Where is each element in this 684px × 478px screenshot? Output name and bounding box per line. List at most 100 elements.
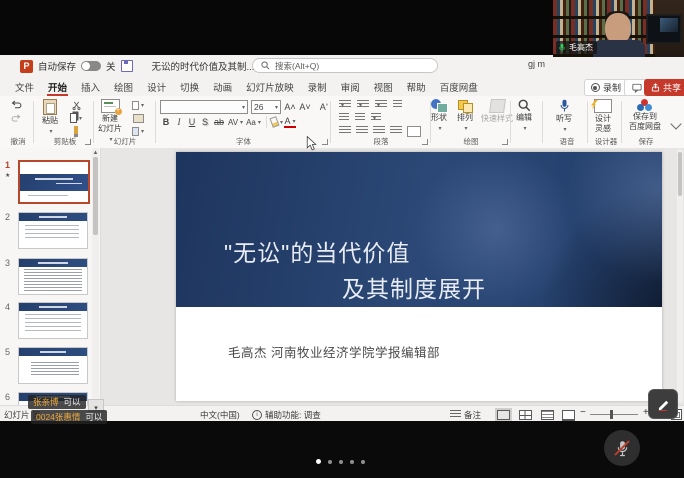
thumbnail-row-5[interactable]: 5 [0,345,100,385]
slide-canvas[interactable]: "无讼"的当代价值 及其制度展开 毛高杰 河南牧业经济学院学报编辑部 [176,152,662,401]
mute-button[interactable] [604,430,640,466]
tab-slideshow[interactable]: 幻灯片放映 [239,77,301,96]
design-ideas-button[interactable]: 设计 灵感 [594,99,612,133]
font-name-select[interactable] [160,100,248,114]
tab-home[interactable]: 开始 [41,77,74,96]
normal-view-button[interactable] [497,410,510,420]
strikethrough-button[interactable]: ab [212,116,226,128]
page-dot-1[interactable] [316,459,321,464]
tab-file[interactable]: 文件 [8,77,41,96]
thumbnail-row-4[interactable]: 4 [0,300,100,340]
shapes-button[interactable]: 形状 [431,99,447,133]
paragraph-dialog-launcher[interactable] [422,139,428,145]
clear-formatting-button[interactable]: A° [318,101,330,113]
slide-thumbnail-2[interactable] [18,212,88,249]
zoom-slider-track[interactable] [590,414,638,415]
font-size-select[interactable]: 26 [251,100,281,114]
multilevel-list-icon[interactable] [375,100,387,109]
document-title[interactable]: 无讼的时代价值及其制... [152,59,260,73]
grow-font-button[interactable]: A˄ [284,101,296,113]
slide-sorter-view-button[interactable] [519,410,532,420]
thumbnail-row-1[interactable]: 1 [0,158,100,204]
tab-draw[interactable]: 绘图 [107,77,140,96]
tab-record[interactable]: 录制 [301,77,334,96]
highlight-color-button[interactable] [271,116,283,128]
save-to-baidu-button[interactable]: 保存到 百度网盘 [629,99,661,131]
paste-button[interactable]: 粘贴 [42,99,58,136]
slide-thumbnail-3[interactable] [18,258,88,295]
account-name[interactable]: gj m [528,59,545,69]
align-center-icon[interactable] [356,126,368,135]
notes-button[interactable]: 备注 [464,409,481,421]
tab-view[interactable]: 视图 [367,77,400,96]
slide-scrollbar-thumb[interactable] [678,152,682,196]
save-icon[interactable] [121,60,133,72]
webcam-tile[interactable]: 毛高杰 [553,0,684,57]
font-color-button[interactable]: A [284,116,296,128]
slide-scrollbar[interactable] [677,150,683,402]
collapse-ribbon-icon[interactable] [670,118,681,129]
page-dot-5[interactable] [361,460,365,464]
font-dialog-launcher[interactable] [322,139,328,145]
indent-decrease-icon[interactable] [339,113,349,122]
shrink-font-button[interactable]: A˅ [299,101,311,113]
underline-button[interactable]: U [186,116,198,128]
section-button[interactable] [132,126,144,136]
tab-animations[interactable]: 动画 [206,77,239,96]
format-painter-button[interactable] [70,126,82,136]
share-button[interactable]: 共享 [644,79,684,96]
slide-thumbnail-5[interactable] [18,347,88,384]
annotation-pen-button[interactable] [648,389,678,419]
search-box[interactable]: 搜索(Alt+Q) [252,58,438,73]
slide-title-line2[interactable]: 及其制度展开 [342,270,486,304]
indent-increase-icon[interactable] [355,113,365,122]
page-dot-2[interactable] [328,460,332,464]
tab-review[interactable]: 审阅 [334,77,367,96]
tab-design[interactable]: 设计 [140,77,173,96]
change-case-button[interactable]: Aa [245,116,262,128]
clipboard-dialog-launcher[interactable] [85,139,91,145]
scroll-up-icon[interactable] [92,149,99,156]
language-indicator[interactable]: 中文(中国) [200,409,240,421]
thumbnail-scrollbar[interactable] [92,148,99,405]
cut-button[interactable] [70,100,82,110]
numbering-icon[interactable] [357,100,369,109]
editing-button[interactable]: 编辑 [516,99,532,133]
quick-styles-button[interactable]: 快速样式 [481,99,513,123]
character-spacing-button[interactable]: AV [227,116,244,128]
thumbnail-row-2[interactable]: 2 [0,210,100,250]
reading-view-button[interactable] [541,410,554,420]
layout-button[interactable] [132,100,144,110]
slide-author[interactable]: 毛高杰 河南牧业经济学院学报编辑部 [228,342,440,361]
slide-thumbnail-1[interactable] [18,160,90,204]
tab-baidu-netdisk[interactable]: 百度网盘 [433,77,485,96]
bold-button[interactable]: B [160,116,172,128]
powerpoint-app-icon[interactable]: P [20,60,33,73]
undo-button[interactable] [10,100,22,110]
tab-help[interactable]: 帮助 [400,77,433,96]
bullets-icon[interactable] [339,100,351,109]
arrange-button[interactable]: 排列 [457,99,473,133]
page-dot-3[interactable] [339,460,343,464]
align-left-icon[interactable] [339,126,351,135]
line-spacing-icon[interactable] [371,113,381,122]
align-right-icon[interactable] [373,126,385,135]
record-button[interactable]: 录制 [584,79,628,96]
redo-button[interactable] [10,113,22,123]
zoom-out-button[interactable]: − [580,407,586,418]
page-dot-4[interactable] [350,460,354,464]
scrollbar-thumb[interactable] [93,157,98,235]
accessibility-status[interactable]: 辅助功能: 调查 [265,409,321,421]
drawing-dialog-launcher[interactable] [502,139,508,145]
text-shadow-button[interactable]: S [199,116,211,128]
text-direction-icon[interactable] [393,100,402,109]
autosave-toggle[interactable] [81,61,101,71]
reset-slide-button[interactable] [132,113,144,123]
dictate-button[interactable]: 听写 [556,99,572,134]
justify-icon[interactable] [390,126,402,135]
italic-button[interactable]: I [173,116,185,128]
tab-transitions[interactable]: 切换 [173,77,206,96]
slide-thumbnail-4[interactable] [18,302,88,339]
tab-insert[interactable]: 插入 [74,77,107,96]
thumbnail-row-3[interactable]: 3 [0,256,100,296]
